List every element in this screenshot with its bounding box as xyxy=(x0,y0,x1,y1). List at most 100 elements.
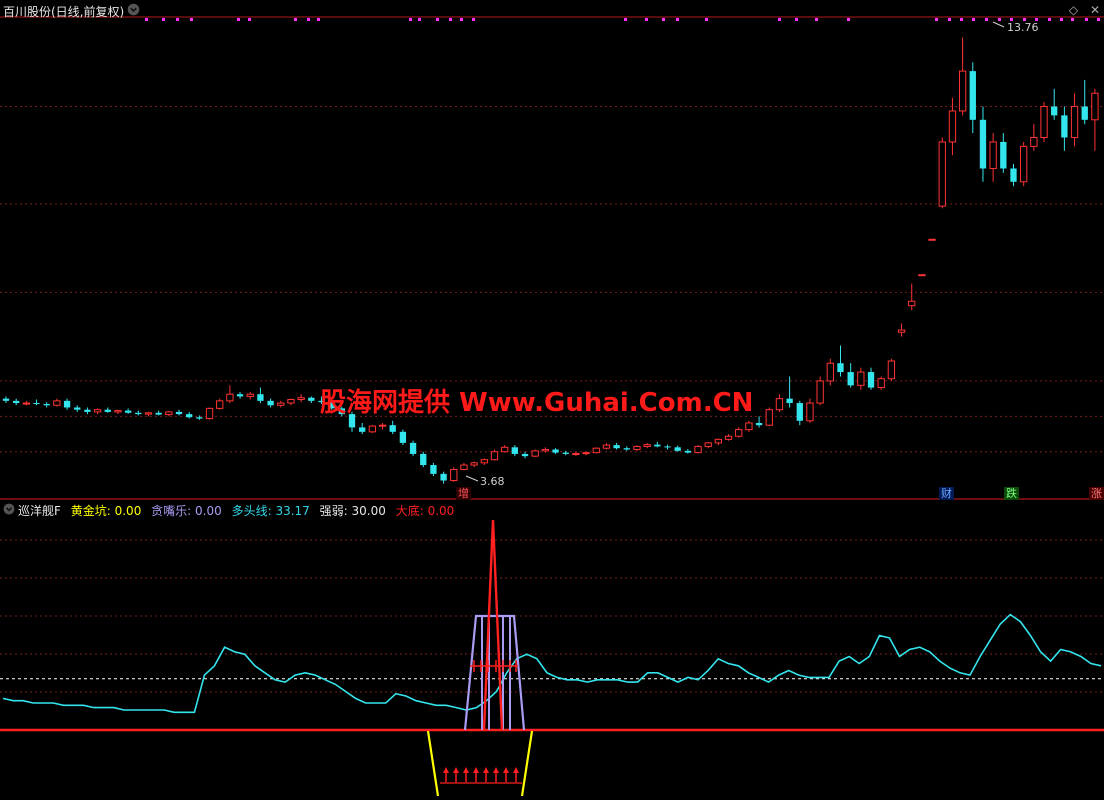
candle-body xyxy=(84,409,91,412)
legend-value: 0.00 xyxy=(114,504,142,518)
candle-body xyxy=(399,431,407,443)
candle-body xyxy=(531,450,539,457)
legend-key: 多头线 xyxy=(231,504,268,518)
up-arrow-head xyxy=(503,767,509,773)
high-pointer xyxy=(992,21,1005,28)
signal-dot xyxy=(145,18,148,21)
signal-dot xyxy=(960,18,963,21)
candle-body xyxy=(775,398,784,411)
dadi-spike xyxy=(482,519,504,731)
signal-dot xyxy=(705,18,708,21)
signal-dot xyxy=(815,18,818,21)
duotou-line xyxy=(2,613,1102,714)
legend-huangjinkeng: 黄金坑: 0.00 xyxy=(70,504,142,518)
candle-body xyxy=(887,360,896,380)
candle-body xyxy=(592,447,600,454)
signal-dot xyxy=(795,18,798,21)
candle-body xyxy=(714,438,723,444)
candle-body xyxy=(135,412,142,415)
legend-dadi: 大底: 0.00 xyxy=(395,504,455,518)
candle-body xyxy=(664,446,671,448)
candle-body xyxy=(1020,145,1028,183)
candle-body xyxy=(674,447,681,451)
candle-body xyxy=(368,425,377,433)
candle-body xyxy=(1091,92,1099,121)
candle-body xyxy=(196,417,203,419)
low-price-label: 3.68 xyxy=(480,475,505,488)
candle-body xyxy=(806,402,814,422)
signal-dot xyxy=(972,18,975,21)
signal-dot xyxy=(460,18,463,21)
badge-zhang[interactable]: 涨 xyxy=(1089,487,1104,500)
candle-body xyxy=(623,448,630,450)
candle-body xyxy=(43,403,50,406)
candle-body xyxy=(582,452,590,455)
signal-dot xyxy=(1071,18,1074,21)
candle-body xyxy=(755,422,763,426)
stock-title: 百川股份(日线,前复权) xyxy=(3,5,125,19)
indicator-legend: 巡洋舰F 黄金坑: 0.00 贪嘴乐: 0.00 多头线: 33.17 强弱: … xyxy=(18,502,460,519)
diamond-icon[interactable]: ◇ xyxy=(1069,3,1078,17)
legend-key: 强弱 xyxy=(319,504,344,518)
candle-body xyxy=(837,363,844,373)
candle-body xyxy=(74,407,81,410)
candle-body xyxy=(562,452,569,454)
high-price-label: 13.76 xyxy=(1007,21,1039,34)
candle-body xyxy=(613,445,620,449)
candle-body xyxy=(1081,106,1088,120)
candle-body xyxy=(216,400,224,409)
legend-tanzuile: 贪嘴乐: 0.00 xyxy=(151,504,222,518)
candle-body xyxy=(470,462,478,466)
indicator-name[interactable]: 巡洋舰F xyxy=(18,504,61,518)
up-arrow-head xyxy=(453,767,459,773)
candle-body xyxy=(704,442,712,447)
candle-body xyxy=(420,453,427,466)
badge-zeng[interactable]: 增 xyxy=(456,487,471,500)
signal-dot xyxy=(248,18,251,21)
signal-dot xyxy=(676,18,679,21)
signal-dot xyxy=(1048,18,1051,21)
candle-body xyxy=(2,398,10,401)
huangjinkeng-left xyxy=(426,730,440,797)
candle-body xyxy=(33,403,40,405)
candle-body xyxy=(745,422,753,431)
legend-key: 黄金坑 xyxy=(70,504,107,518)
signal-dot xyxy=(935,18,938,21)
badge-cai[interactable]: 财 xyxy=(939,487,954,500)
candle-body xyxy=(847,372,854,386)
candle-body xyxy=(897,329,906,333)
signal-dot xyxy=(948,18,951,21)
candle-body xyxy=(724,435,733,440)
candle-body xyxy=(928,238,936,241)
signal-dot xyxy=(436,18,439,21)
candle-body xyxy=(409,442,417,454)
candle-body xyxy=(826,362,834,382)
candle-body xyxy=(144,412,153,415)
indicator-collapse-icon[interactable] xyxy=(3,503,15,515)
candle-body xyxy=(1030,137,1038,147)
candle-body xyxy=(654,444,661,447)
signal-dot xyxy=(176,18,179,21)
signal-dot xyxy=(317,18,320,21)
tanzuile-outline xyxy=(463,614,526,731)
legend-qiangruo: 强弱: 30.00 xyxy=(319,504,386,518)
signal-dot xyxy=(778,18,781,21)
badge-die[interactable]: 跌 xyxy=(1004,487,1019,500)
candle-body xyxy=(979,119,987,169)
candle-body xyxy=(541,449,550,452)
signal-dot xyxy=(645,18,648,21)
candle-body xyxy=(226,393,234,402)
candle-body xyxy=(938,141,946,207)
candle-body xyxy=(277,402,285,406)
candle-body xyxy=(53,400,61,406)
candle-body xyxy=(1010,168,1017,182)
candle-body xyxy=(13,400,20,404)
candle-body xyxy=(93,409,102,413)
legend-value: 0.00 xyxy=(427,504,455,518)
signal-dot xyxy=(472,18,475,21)
candle-body xyxy=(297,397,305,401)
close-icon[interactable]: ✕ xyxy=(1090,3,1100,17)
candle-body xyxy=(450,468,458,482)
collapse-chevron-icon[interactable] xyxy=(127,3,140,16)
candle-body xyxy=(175,411,183,415)
